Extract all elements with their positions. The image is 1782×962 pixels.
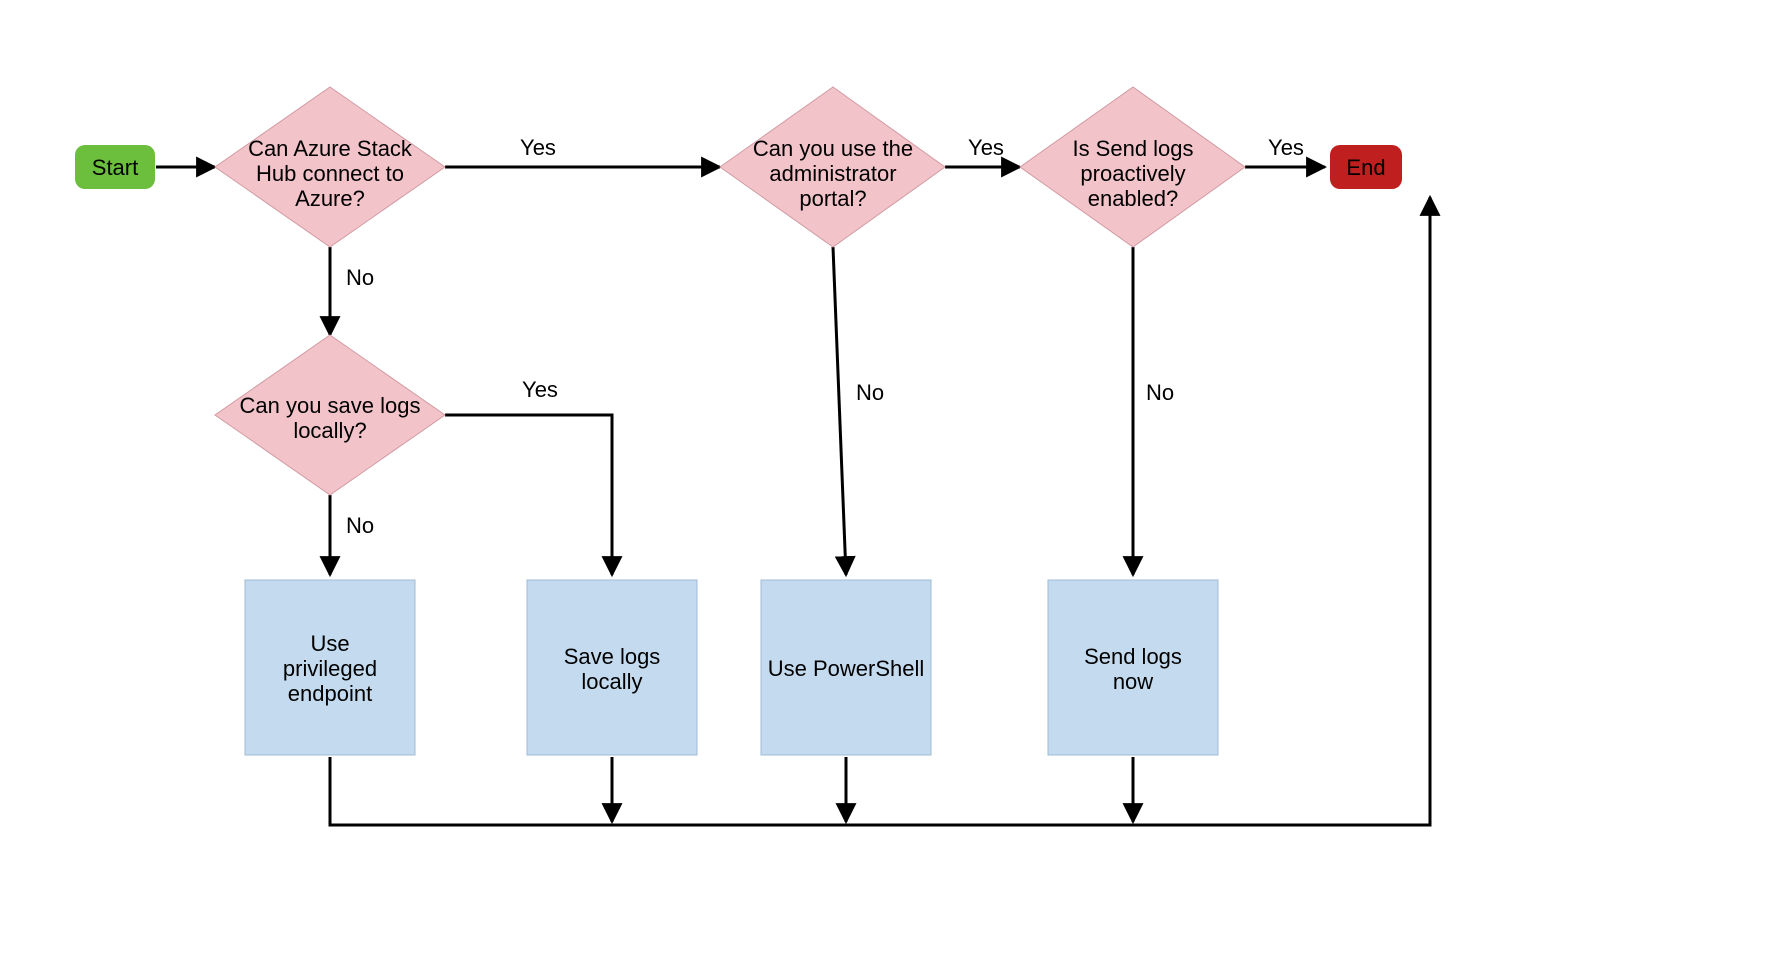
svg-text:Send logs: Send logs (1084, 644, 1182, 669)
label-d4-no: No (346, 513, 374, 538)
decision-save-locally: Can you save logs locally? (215, 335, 445, 495)
svg-text:portal?: portal? (799, 186, 866, 211)
label-d1-no: No (346, 265, 374, 290)
svg-text:locally: locally (581, 669, 642, 694)
svg-text:locally?: locally? (293, 418, 366, 443)
label-d4-yes: Yes (522, 377, 558, 402)
svg-text:Hub connect to: Hub connect to (256, 161, 404, 186)
decision-proactive-enabled: Is Send logs proactively enabled? (1020, 87, 1245, 247)
edge-d4-p2 (445, 415, 612, 575)
label-d3-no: No (1146, 380, 1174, 405)
svg-text:Is Send logs: Is Send logs (1072, 136, 1193, 161)
svg-text:Save logs: Save logs (564, 644, 661, 669)
decision-admin-portal: Can you use the administrator portal? (720, 87, 945, 247)
label-d2-yes: Yes (968, 135, 1004, 160)
svg-text:now: now (1113, 669, 1153, 694)
start-node: Start (75, 145, 155, 189)
process-privileged-endpoint: Use privileged endpoint (245, 580, 415, 755)
process-use-powershell: Use PowerShell (761, 580, 931, 755)
end-label: End (1346, 155, 1385, 180)
svg-text:Can Azure Stack: Can Azure Stack (248, 136, 413, 161)
end-node: End (1330, 145, 1402, 189)
label-d2-no: No (856, 380, 884, 405)
decision-connect-azure: Can Azure Stack Hub connect to Azure? (215, 87, 445, 247)
svg-text:Can you save logs: Can you save logs (240, 393, 421, 418)
svg-text:Use: Use (310, 631, 349, 656)
svg-text:Can you use the: Can you use the (753, 136, 913, 161)
start-label: Start (92, 155, 138, 180)
svg-text:enabled?: enabled? (1088, 186, 1179, 211)
svg-text:Azure?: Azure? (295, 186, 365, 211)
edge-d2-p3 (833, 247, 846, 575)
svg-text:proactively: proactively (1080, 161, 1185, 186)
process-send-logs-now: Send logs now (1048, 580, 1218, 755)
label-d3-yes: Yes (1268, 135, 1304, 160)
svg-text:administrator: administrator (769, 161, 896, 186)
svg-text:privileged: privileged (283, 656, 377, 681)
svg-text:endpoint: endpoint (288, 681, 372, 706)
flowchart-canvas: Start End Can Azure Stack Hub connect to… (0, 0, 1782, 962)
process-save-locally: Save logs locally (527, 580, 697, 755)
svg-text:Use PowerShell: Use PowerShell (768, 656, 925, 681)
label-d1-yes: Yes (520, 135, 556, 160)
